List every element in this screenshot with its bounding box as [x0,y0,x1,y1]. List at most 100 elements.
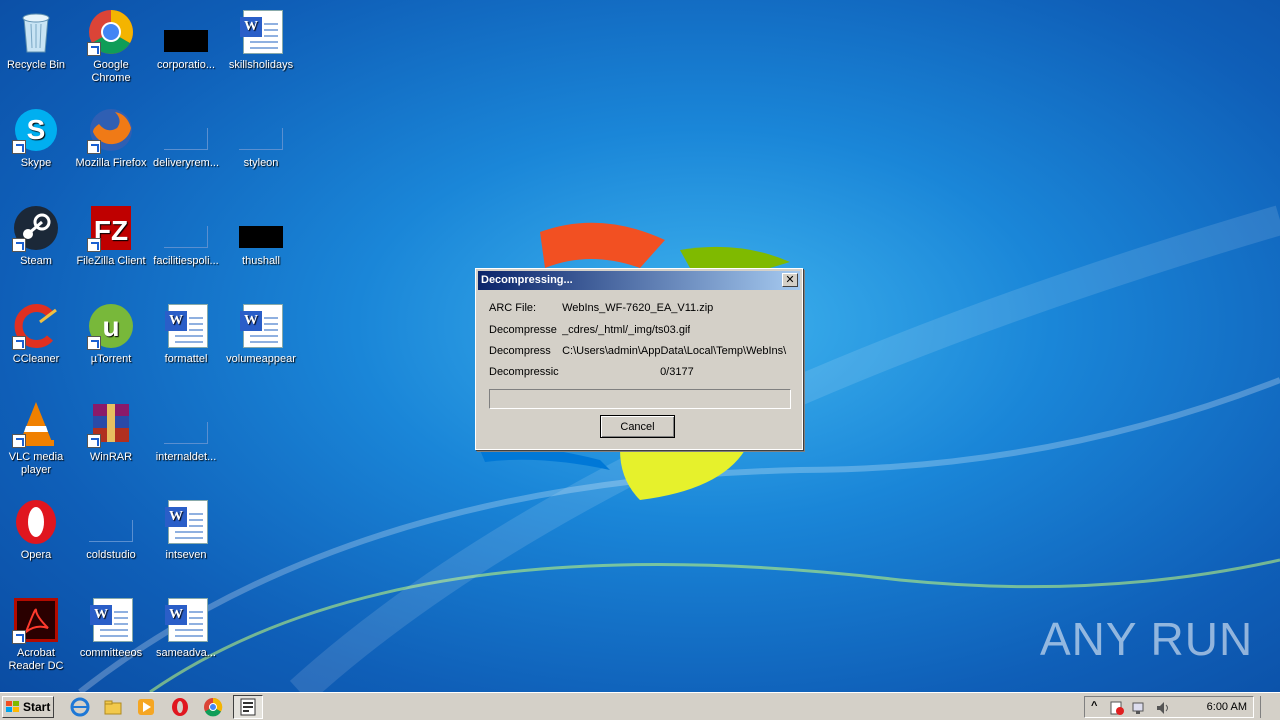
desktop-icon-firefox[interactable]: Mozilla Firefox [72,102,150,170]
acrobat-reader-icon [12,596,60,644]
desktop-icon-filezilla[interactable]: FZ FileZilla Client [72,200,150,268]
desktop-icon-label: Recycle Bin [6,59,66,71]
desktop-icon-thushall[interactable]: thushall [222,200,300,268]
desktop-icon-sameadva[interactable]: W sameadva... [147,592,225,660]
desktop-icon-skype[interactable]: S Skype [0,102,75,170]
desktop-icon-coldstudio[interactable]: coldstudio [72,494,150,562]
chrome-taskbar-icon[interactable] [203,697,223,717]
desktop-icon-utorrent[interactable]: u µTorrent [72,298,150,366]
internet-explorer-icon[interactable] [70,697,90,717]
desktop-icon-label: intseven [165,549,207,561]
utorrent-icon: u [87,302,135,350]
svg-text:u: u [102,311,119,342]
chrome-icon [87,8,135,56]
desktop-icon-label: thushall [242,255,280,267]
network-icon[interactable] [1131,700,1147,716]
decompress-count-row: Decompressic 0/3177 [489,366,694,378]
volume-icon[interactable] [1155,700,1171,716]
desktop-icon-internaldet[interactable]: internaldet... [147,396,225,464]
start-label: Start [23,700,51,714]
action-center-icon[interactable] [1109,700,1125,716]
desktop-icon-label: internaldet... [155,451,217,463]
desktop-icon-label: corporatio... [156,59,216,71]
desktop-icon-winrar[interactable]: WinRAR [72,396,150,464]
file-explorer-icon[interactable] [103,697,123,717]
anyrun-watermark: ANY RUN [1040,613,1254,665]
word-document-icon: W [237,302,285,350]
firefox-icon [87,106,135,154]
decompress-count-value: 0/3177 [660,366,694,378]
desktop-icon-label: committeeos [79,647,143,659]
desktop-icon-label: VLC media player [8,451,64,476]
desktop-icon-intseven[interactable]: W intseven [147,494,225,562]
recycle-bin-icon [12,8,60,56]
word-document-icon: W [87,596,135,644]
desktop-icon-label: WinRAR [89,451,133,463]
desktop-icon-styleon[interactable]: styleon [222,102,300,170]
clock[interactable]: 6:00 AM [1207,701,1247,713]
shortcut-arrow-icon [87,434,101,448]
shortcut-arrow-icon [12,140,26,154]
installer-app-icon [240,698,256,716]
desktop-icon-label: styleon [243,157,279,169]
desktop-icon-vlc[interactable]: VLC media player [0,396,75,477]
file-icon [162,8,210,56]
desktop-icon-ccleaner[interactable]: CCleaner [0,298,75,366]
desktop-icon-label: Skype [20,157,52,169]
taskbar-active-app[interactable] [233,695,263,719]
windows-flag-icon [6,701,19,712]
desktop-icon-label: coldstudio [86,549,136,561]
start-button[interactable]: Start [2,696,54,718]
dialog-titlebar[interactable]: Decompressing... ✕ [478,271,800,290]
decompress-path-value: C:\Users\admin\AppData\Local\Temp\WebIns… [562,345,787,357]
file-icon [87,498,135,546]
opera-taskbar-icon[interactable] [170,697,190,717]
shortcut-arrow-icon [12,434,26,448]
desktop-icon-skillsholidays[interactable]: W skillsholidays [222,4,300,72]
vlc-icon [12,400,60,448]
show-desktop-button[interactable] [1260,696,1278,718]
close-button[interactable]: ✕ [782,273,798,287]
desktop-icon-deliveryrem[interactable]: deliveryrem... [147,102,225,170]
opera-icon [12,498,60,546]
filezilla-icon: FZ [87,204,135,252]
desktop-icon-label: Acrobat Reader DC [8,647,64,672]
tray-arrow-icon[interactable]: ^ [1091,700,1097,712]
decompress-file-value: _cdres/_html/_img/ts03.gif [562,324,691,336]
decompress-path-row: Decompress C:\Users\admin\AppData\Local\… [489,345,794,357]
media-player-icon[interactable] [136,697,156,717]
arc-file-value: WebIns_WF-7620_EA_V11.zip [562,302,714,314]
system-tray: ^ 6:00 AM [1084,696,1254,718]
desktop-icon-label: sameadva... [156,647,216,659]
desktop-icon-corporatio[interactable]: corporatio... [147,4,225,72]
progress-bar [489,389,791,409]
ccleaner-icon [12,302,60,350]
shortcut-arrow-icon [12,238,26,252]
shortcut-arrow-icon [87,238,101,252]
cancel-button[interactable]: Cancel [600,415,675,438]
desktop-icon-label: Mozilla Firefox [75,157,147,169]
desktop-icon-google-chrome[interactable]: Google Chrome [72,4,150,85]
desktop-icon-label: Opera [20,549,52,561]
desktop-icon-label: skillsholidays [228,59,294,71]
shortcut-arrow-icon [87,336,101,350]
file-icon [162,400,210,448]
desktop-icon-formattel[interactable]: W formattel [147,298,225,366]
word-document-icon: W [237,8,285,56]
word-document-icon: W [162,302,210,350]
desktop-icon-committeeos[interactable]: W committeeos [72,592,150,660]
desktop-icon-label: FileZilla Client [76,255,146,267]
desktop-icon-steam[interactable]: Steam [0,200,75,268]
shortcut-arrow-icon [12,630,26,644]
desktop-icon-volumeappear[interactable]: W volumeappear [222,298,300,366]
desktop-icon-acrobat[interactable]: Acrobat Reader DC [0,592,75,673]
word-document-icon: W [162,596,210,644]
winrar-icon [87,400,135,448]
word-document-icon: W [162,498,210,546]
dialog-title: Decompressing... [481,274,573,286]
taskbar: Start ^ 6:00 AM [0,692,1280,720]
file-icon [237,106,285,154]
desktop-icon-recycle-bin[interactable]: Recycle Bin [0,4,75,72]
desktop-icon-opera[interactable]: Opera [0,494,75,562]
desktop-icon-facilitiespoli[interactable]: facilitiespoli... [147,200,225,268]
